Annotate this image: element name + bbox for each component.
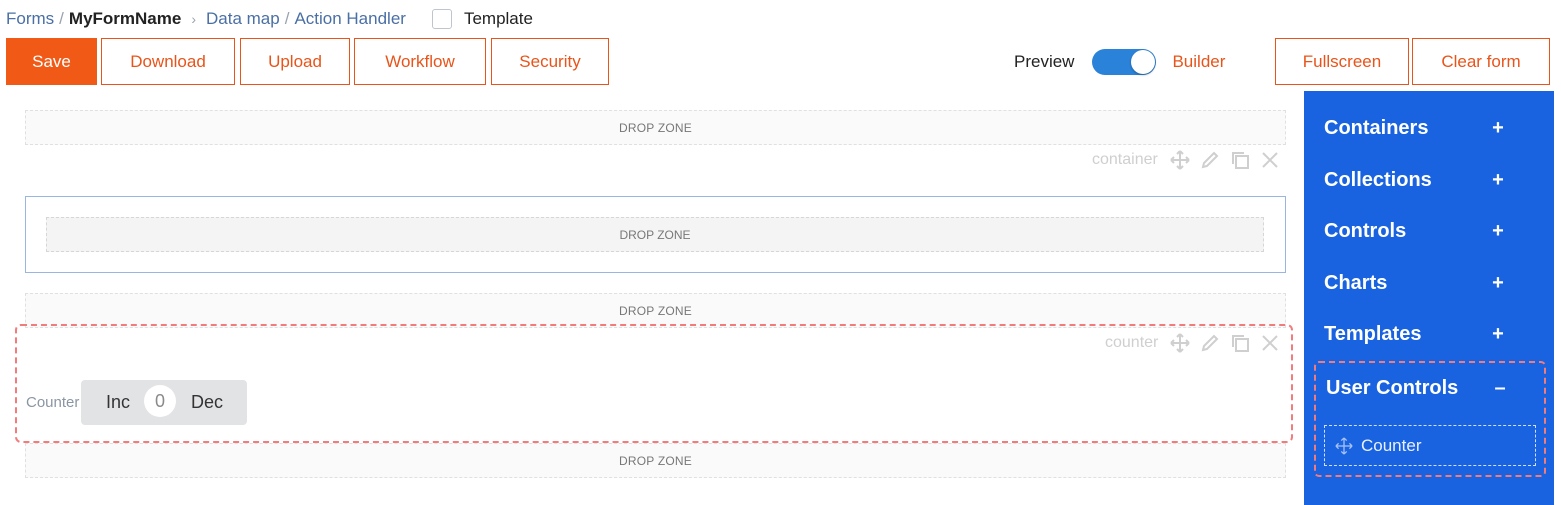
container-drop-zone[interactable]: DROP ZONE (46, 217, 1264, 252)
counter-control: Inc Dec 0 (81, 380, 247, 425)
sidebar-item-label: Collections (1324, 168, 1432, 191)
expand-icon: + (1492, 168, 1504, 191)
preview-label[interactable]: Preview (1014, 52, 1074, 72)
sidebar-item-templates[interactable]: Templates + (1324, 319, 1524, 349)
container-toolbar: container (1092, 150, 1290, 170)
clear-form-button[interactable]: Clear form (1412, 38, 1550, 85)
security-button[interactable]: Security (491, 38, 609, 85)
expand-icon: + (1492, 219, 1504, 242)
template-checkbox-label: Template (463, 9, 533, 28)
template-checkbox-group[interactable]: Template (431, 9, 533, 29)
counter-element[interactable]: counter Counter Inc Dec 0 (15, 324, 1293, 443)
template-checkbox[interactable] (431, 9, 452, 29)
breadcrumb-separator: / (284, 9, 290, 28)
edit-icon[interactable] (1200, 333, 1220, 353)
drop-zone[interactable]: DROP ZONE (25, 293, 1286, 328)
user-control-counter[interactable]: Counter (1324, 425, 1536, 466)
upload-button[interactable]: Upload (240, 38, 350, 85)
breadcrumb-forms-link[interactable]: Forms (6, 9, 54, 29)
sidebar-item-label: Templates (1324, 322, 1422, 345)
breadcrumb-form-name: MyFormName (68, 9, 182, 28)
breadcrumb-data-map-link[interactable]: Data map (206, 9, 280, 29)
counter-value: 0 (144, 385, 176, 417)
sidebar-item-collections[interactable]: Collections + (1324, 165, 1524, 195)
copy-icon[interactable] (1230, 333, 1250, 353)
counter-toolbar: counter (1105, 333, 1290, 353)
sidebar-item-charts[interactable]: Charts + (1324, 268, 1524, 298)
expand-icon: + (1492, 322, 1504, 345)
counter-tools-label: counter (1105, 334, 1159, 351)
sidebar-item-controls[interactable]: Controls + (1324, 216, 1524, 246)
builder-label[interactable]: Builder (1172, 52, 1225, 72)
move-icon (1335, 436, 1353, 455)
expand-icon: + (1492, 116, 1504, 139)
edit-icon[interactable] (1200, 150, 1220, 170)
user-control-label: Counter (1361, 435, 1422, 455)
copy-icon[interactable] (1230, 150, 1250, 170)
close-icon[interactable] (1260, 333, 1280, 353)
user-controls-section: User Controls – Counter (1314, 361, 1546, 477)
mode-toggle-group: Preview Builder (1014, 38, 1225, 85)
container-element[interactable]: DROP ZONE (25, 196, 1286, 273)
toggle-knob (1131, 49, 1156, 74)
drop-zone[interactable]: DROP ZONE (25, 443, 1286, 478)
sidebar-item-containers[interactable]: Containers + (1324, 113, 1524, 143)
download-button[interactable]: Download (101, 38, 235, 85)
close-icon[interactable] (1260, 150, 1280, 170)
counter-label: Counter (26, 394, 80, 411)
breadcrumb-separator: / (59, 9, 64, 28)
breadcrumb: Forms / MyFormName › Data map / Action H… (6, 8, 533, 30)
move-icon[interactable] (1170, 150, 1190, 170)
preview-builder-toggle[interactable] (1092, 48, 1157, 75)
fullscreen-button[interactable]: Fullscreen (1275, 38, 1409, 85)
drop-zone[interactable]: DROP ZONE (25, 110, 1286, 145)
sidebar-item-label: Containers (1324, 116, 1429, 139)
sidebar-item-label: User Controls (1326, 376, 1459, 399)
container-tools-label: container (1092, 151, 1158, 168)
sidebar-item-label: Charts (1324, 271, 1388, 294)
breadcrumb-action-handler-link[interactable]: Action Handler (294, 9, 406, 29)
move-icon[interactable] (1170, 333, 1191, 353)
sidebar-item-label: Controls (1324, 219, 1407, 242)
workflow-button[interactable]: Workflow (354, 38, 486, 85)
save-button[interactable]: Save (6, 38, 97, 85)
sidebar-item-user-controls[interactable]: User Controls – (1326, 373, 1526, 403)
chevron-right-icon: › (191, 11, 196, 27)
collapse-icon: – (1494, 376, 1506, 399)
component-sidebar: Containers + Collections + Controls + Ch… (1304, 91, 1554, 505)
expand-icon: + (1492, 271, 1504, 294)
